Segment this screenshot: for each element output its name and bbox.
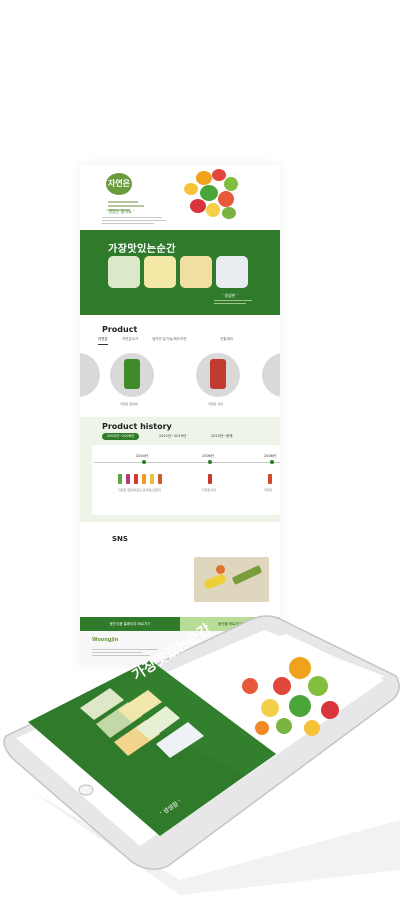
aloe-jar-image <box>124 359 140 389</box>
footer-logo: Woongjin <box>92 637 119 643</box>
homepage-link-button[interactable]: 웅진식품 홈페이지 바로가기 <box>80 617 180 631</box>
timeline-caption: 자연은 알로에/포도/토마토/오렌지 <box>118 488 161 492</box>
timeline-year: 2008년 <box>264 454 277 458</box>
bottle-icon <box>208 474 212 484</box>
bottle-icon <box>126 474 130 484</box>
timeline-dot <box>208 460 212 464</box>
bottle-icon <box>142 474 146 484</box>
product-title: Product <box>102 325 138 334</box>
apple-jar-image <box>210 359 226 389</box>
timeline-caption: 자연은 <box>264 488 273 492</box>
product-label: 자연은 사과 <box>208 402 223 406</box>
home-button-icon <box>78 784 94 796</box>
timeline-year: 2006년 <box>202 454 215 458</box>
bottle-icon <box>158 474 162 484</box>
tab-product-2[interactable]: 자연은오가 <box>122 337 138 344</box>
webpage-mockup: 자연은 ' 맛있는 좋아요 ' 가장맛있는순간 ' 생생한 ' Product … <box>80 165 280 665</box>
bottle-icon <box>134 474 138 484</box>
tablet-shadow <box>30 790 400 895</box>
timeline-dot <box>142 460 146 464</box>
timeline-year: 2004년 <box>136 454 149 458</box>
product-card <box>216 256 248 288</box>
product-circle <box>262 353 280 397</box>
history-tab-1[interactable]: 2004년~2008년 <box>102 433 140 440</box>
tablet-product-card <box>80 688 124 720</box>
timeline-line <box>94 462 280 463</box>
tab-product-1[interactable]: 자연은 <box>98 337 108 345</box>
product-circle <box>80 353 100 397</box>
product-card <box>180 256 212 288</box>
history-tab-2[interactable]: 2012년~2019년 <box>154 433 191 440</box>
banner-subtext <box>214 298 254 306</box>
product-card <box>108 256 140 288</box>
tablet-green-panel <box>28 660 276 836</box>
history-title: Product history <box>102 422 172 431</box>
hero-subtext <box>102 215 172 226</box>
banner-title: 가장맛있는순간 <box>108 244 176 255</box>
tablet-quote: ' 생생함 ' <box>159 798 183 818</box>
sns-title: SNS <box>112 535 128 543</box>
product-label: 자연은 알로에 <box>120 402 138 406</box>
bottle-icon <box>150 474 154 484</box>
brand-logo: 자연은 <box>106 173 132 195</box>
product-card <box>144 256 176 288</box>
fruit-illustration <box>176 167 246 227</box>
product-tabs: 자연은 자연은오가 생자연 유기농/체도자연 전통제비 <box>98 337 280 347</box>
bottle-icon <box>118 474 122 484</box>
bottle-icon <box>268 474 272 484</box>
footer-button-row: 웅진식품 홈페이지 바로가기 웅진몰 바로가기 <box>80 617 280 631</box>
timeline-caption: 자연은사과 <box>202 488 216 492</box>
sns-photo <box>194 557 269 602</box>
tab-product-4[interactable]: 전통제비 <box>220 337 233 344</box>
history-tab-3[interactable]: 2013년~현재 <box>206 433 238 440</box>
timeline-dot <box>270 460 274 464</box>
footer-copyright: Copyright 2023 <box>202 643 226 647</box>
tab-product-3[interactable]: 생자연 유기농/체도자연 <box>152 337 187 344</box>
